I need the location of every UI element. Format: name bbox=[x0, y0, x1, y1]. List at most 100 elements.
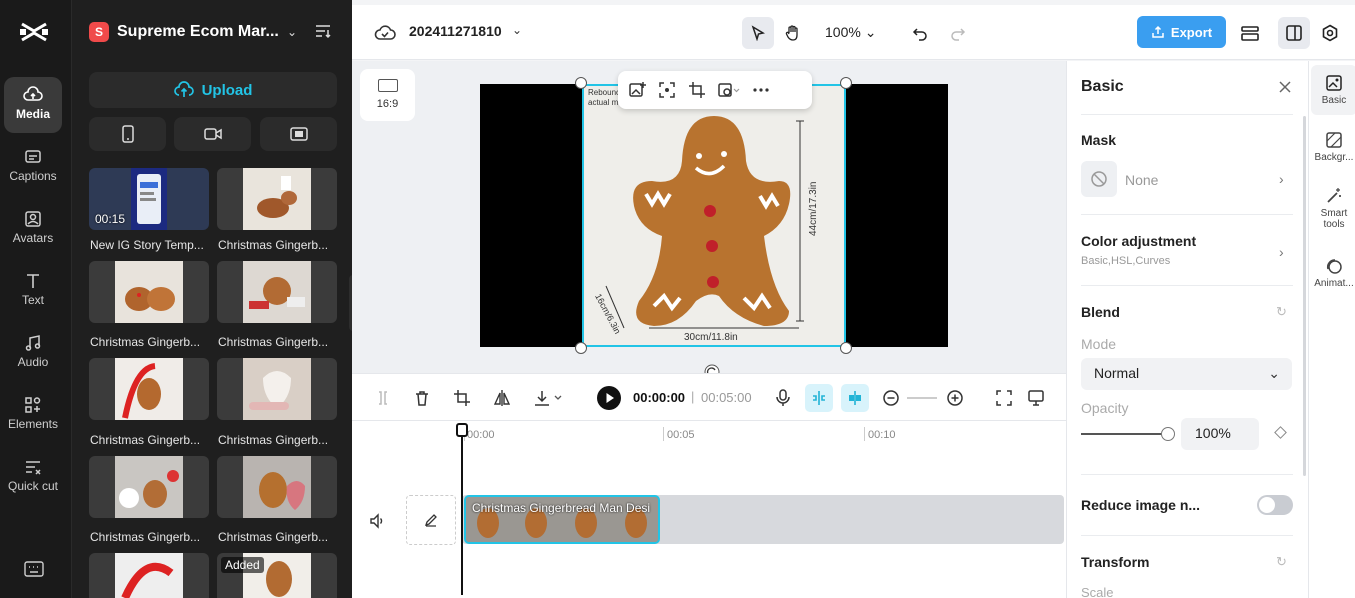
media-thumb[interactable] bbox=[217, 261, 337, 323]
cloud-sync-icon bbox=[374, 25, 396, 40]
width-dimension-label: 30cm/11.8in bbox=[684, 332, 738, 343]
rail-item-text[interactable]: Text bbox=[4, 263, 62, 319]
selected-media-frame[interactable]: Rebounc… r, actual m… 44cm/17.3in 30cm/1… bbox=[582, 84, 846, 347]
rail-item-captions[interactable]: Captions bbox=[4, 139, 62, 195]
chevron-right-icon[interactable]: › bbox=[1279, 171, 1284, 187]
layers-button[interactable] bbox=[1234, 17, 1266, 49]
rail-item-quick-cut[interactable]: Quick cut bbox=[4, 449, 62, 515]
remove-background-icon[interactable] bbox=[718, 81, 740, 99]
playhead[interactable] bbox=[461, 423, 463, 595]
rail-item-media[interactable]: Media bbox=[4, 77, 62, 133]
opacity-input[interactable]: 100% bbox=[1181, 418, 1259, 450]
settings-button[interactable] bbox=[1314, 17, 1346, 49]
tab-animation[interactable]: Animat... bbox=[1311, 257, 1355, 289]
select-tool-button[interactable] bbox=[742, 17, 774, 49]
replace-image-icon[interactable] bbox=[628, 81, 646, 99]
chevron-down-icon[interactable]: ⌄ bbox=[512, 23, 522, 37]
zoom-in-icon[interactable] bbox=[945, 388, 965, 408]
color-adjustment-heading[interactable]: Color adjustment bbox=[1081, 233, 1196, 249]
more-options-icon[interactable] bbox=[752, 81, 770, 99]
fullscreen-icon[interactable] bbox=[994, 388, 1014, 408]
sort-icon[interactable] bbox=[314, 22, 332, 40]
aspect-ratio-button[interactable]: 16:9 bbox=[360, 69, 415, 121]
cover-edit-button[interactable] bbox=[406, 495, 456, 545]
media-thumb[interactable] bbox=[89, 456, 209, 518]
opacity-slider-knob[interactable] bbox=[1161, 427, 1175, 441]
project-name[interactable]: 202411271810 bbox=[409, 23, 502, 39]
capcut-logo-icon bbox=[20, 22, 48, 42]
download-icon[interactable] bbox=[532, 388, 566, 408]
panel-toggle-button[interactable] bbox=[1278, 17, 1310, 49]
resize-handle-bl[interactable] bbox=[575, 342, 587, 354]
reset-icon[interactable]: ↻ bbox=[1276, 304, 1287, 320]
crop-icon[interactable] bbox=[688, 81, 706, 99]
crop-icon[interactable] bbox=[452, 388, 472, 408]
rail-item-audio[interactable]: Audio bbox=[4, 325, 62, 381]
microphone-icon[interactable] bbox=[773, 388, 793, 408]
media-thumb[interactable] bbox=[89, 553, 209, 598]
zoom-value: 100% bbox=[825, 24, 861, 40]
smart-crop-icon[interactable] bbox=[658, 81, 676, 99]
media-thumb[interactable]: 00:15 bbox=[89, 168, 209, 230]
preview-mode-icon[interactable] bbox=[1026, 388, 1046, 408]
stack-icon bbox=[1241, 26, 1259, 41]
redo-button[interactable] bbox=[942, 17, 974, 49]
app: Media Captions Avatars Text Audio Elemen… bbox=[0, 0, 1355, 598]
speaker-icon[interactable] bbox=[368, 512, 386, 530]
aspect-ratio-label: 16:9 bbox=[376, 98, 399, 110]
keyboard-icon[interactable] bbox=[24, 561, 44, 577]
undo-button[interactable] bbox=[904, 17, 936, 49]
record-screen-button[interactable] bbox=[260, 117, 337, 151]
resize-handle-br[interactable] bbox=[840, 342, 852, 354]
zoom-level[interactable]: 100% ⌄ bbox=[825, 24, 876, 41]
play-button[interactable] bbox=[597, 386, 621, 410]
keyframe-icon[interactable] bbox=[1274, 426, 1287, 439]
mask-none-icon[interactable] bbox=[1081, 161, 1117, 197]
chevron-right-icon[interactable]: › bbox=[1279, 244, 1284, 260]
mask-value[interactable]: None bbox=[1125, 172, 1158, 188]
undo-icon bbox=[912, 28, 927, 41]
audio-icon bbox=[25, 335, 41, 351]
media-thumb[interactable]: Added bbox=[217, 553, 337, 598]
delete-icon[interactable] bbox=[412, 388, 432, 408]
opacity-slider-track[interactable] bbox=[1081, 433, 1168, 435]
resize-handle-tr[interactable] bbox=[840, 77, 852, 89]
hand-tool-button[interactable] bbox=[777, 17, 809, 49]
mirror-icon[interactable] bbox=[492, 388, 512, 408]
rail-item-elements[interactable]: Elements bbox=[4, 387, 62, 443]
media-thumb[interactable] bbox=[217, 168, 337, 230]
close-icon[interactable] bbox=[1277, 79, 1293, 95]
timeline-zoom-slider[interactable] bbox=[907, 397, 937, 399]
reduce-noise-toggle[interactable] bbox=[1257, 495, 1293, 515]
media-thumb[interactable] bbox=[89, 261, 209, 323]
media-thumb[interactable] bbox=[217, 456, 337, 518]
tab-background[interactable]: Backgr... bbox=[1311, 131, 1355, 163]
record-camera-button[interactable] bbox=[174, 117, 251, 151]
reset-icon[interactable]: ↻ bbox=[1276, 554, 1287, 570]
phone-import-button[interactable] bbox=[89, 117, 166, 151]
media-thumb[interactable] bbox=[217, 358, 337, 420]
tab-label: Smart tools bbox=[1320, 208, 1348, 230]
media-thumb[interactable] bbox=[89, 358, 209, 420]
tab-basic[interactable]: Basic bbox=[1311, 65, 1355, 115]
panel-scrollbar[interactable] bbox=[1303, 116, 1306, 476]
playback-toolbar: 00:00:00 | 00:05:00 bbox=[352, 373, 1066, 421]
playhead-handle[interactable] bbox=[456, 423, 468, 437]
auto-snap-button[interactable] bbox=[805, 384, 833, 412]
resize-handle-tl[interactable] bbox=[575, 77, 587, 89]
split-icon[interactable] bbox=[373, 388, 393, 408]
link-tracks-button[interactable] bbox=[841, 384, 869, 412]
upload-button[interactable]: Upload bbox=[89, 72, 337, 108]
rail-item-avatars[interactable]: Avatars bbox=[4, 201, 62, 257]
timeline-clip[interactable]: Christmas Gingerbread Man Desi bbox=[464, 495, 660, 544]
rail-label: Audio bbox=[17, 355, 49, 369]
pointer-icon bbox=[751, 25, 765, 41]
zoom-out-icon[interactable] bbox=[881, 388, 901, 408]
added-badge: Added bbox=[221, 557, 264, 573]
workspace-switcher[interactable]: S Supreme Ecom Mar... ⌄ bbox=[89, 20, 297, 44]
export-button[interactable]: Export bbox=[1137, 16, 1226, 48]
tab-smart-tools[interactable]: Smart tools bbox=[1311, 187, 1355, 230]
blend-mode-select[interactable]: Normal ⌄ bbox=[1081, 358, 1292, 390]
clip-label: Christmas Gingerbread Man Desi bbox=[472, 501, 651, 515]
time-tick: 00:10 bbox=[868, 429, 896, 441]
